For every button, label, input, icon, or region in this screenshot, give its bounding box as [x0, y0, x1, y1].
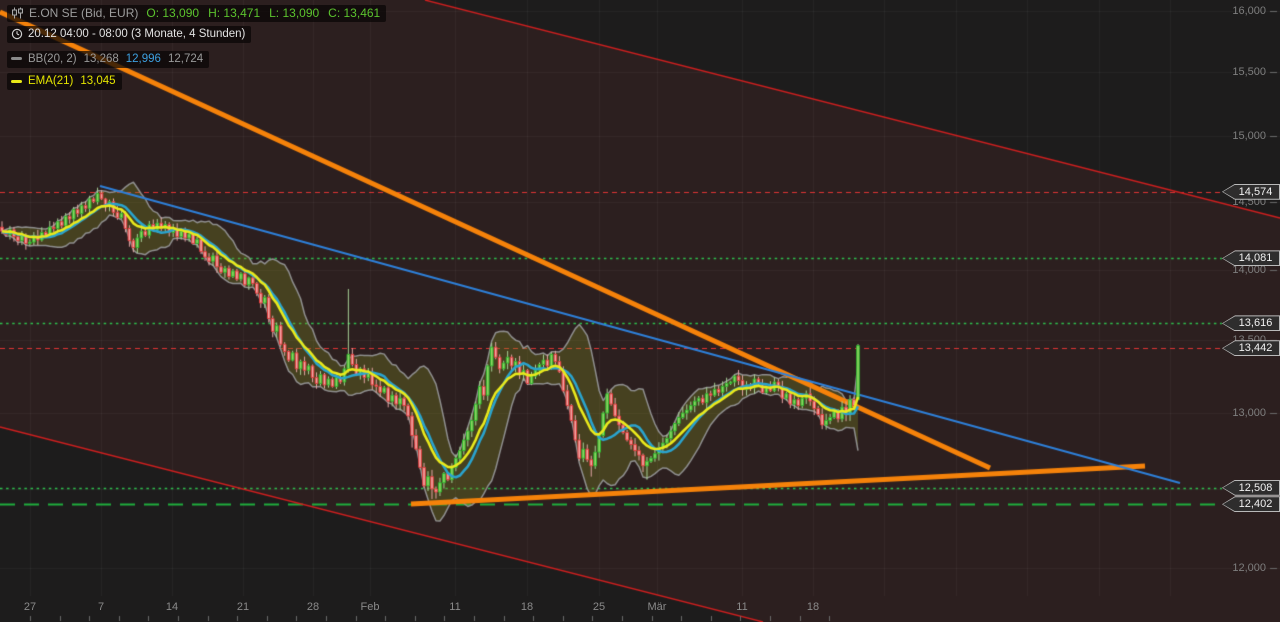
y-axis-label: 15,000	[1232, 129, 1266, 143]
x-axis-label: 11	[736, 601, 747, 613]
price-chart-canvas[interactable]	[0, 0, 1280, 622]
x-axis-label: 27	[24, 601, 36, 613]
ema-label: EMA(21)	[28, 74, 73, 88]
candlestick-chart-icon	[11, 7, 24, 19]
clock-icon	[11, 28, 23, 40]
bollinger-line-icon	[11, 57, 22, 60]
y-axis-label: 15,500	[1232, 65, 1266, 79]
price-level-tag: 14,081	[1222, 250, 1280, 266]
ohlc-open: O: 13,090	[146, 6, 199, 20]
x-axis-label: 25	[593, 601, 605, 613]
instrument-title: E.ON SE (Bid, EUR)	[29, 6, 138, 20]
price-level-tag: 12,508	[1222, 480, 1280, 496]
x-axis-label: 18	[521, 601, 533, 613]
bollinger-upper-value: 13,268	[84, 52, 119, 66]
ohlc-high: H: 13,471	[208, 6, 260, 20]
ohlc-close: C: 13,461	[328, 6, 380, 20]
x-axis-label: 28	[307, 601, 319, 613]
x-axis-label: Mär	[648, 601, 667, 613]
ema-line-icon	[11, 80, 22, 83]
price-level-tag: 13,442	[1222, 340, 1280, 356]
price-level-tag: 13,616	[1222, 315, 1280, 331]
bollinger-label: BB(20, 2)	[28, 52, 77, 66]
price-level-tag: 14,574	[1222, 184, 1280, 200]
x-axis-label: Feb	[361, 601, 380, 613]
y-axis-label: 12,000	[1232, 561, 1266, 575]
chart-legend: E.ON SE (Bid, EUR) O: 13,090 H: 13,471 L…	[7, 5, 386, 92]
price-level-tag: 12,402	[1222, 496, 1280, 512]
legend-bollinger-row: BB(20, 2) 13,268 12,996 12,724	[7, 47, 386, 68]
x-axis-label: 21	[237, 601, 249, 613]
bollinger-middle-value: 12,996	[126, 52, 161, 66]
ohlc-low: L: 13,090	[269, 6, 319, 20]
ema-value: 13,045	[80, 74, 115, 88]
y-axis-label: 13,000	[1232, 406, 1266, 420]
x-axis-label: 18	[807, 601, 819, 613]
x-axis-label: 7	[98, 601, 104, 613]
x-axis-label: 14	[166, 601, 178, 613]
legend-ema-row: EMA(21) 13,045	[7, 70, 386, 91]
x-axis-label: 11	[449, 601, 460, 613]
timeframe-label: 20.12 04:00 - 08:00 (3 Monate, 4 Stunden…	[28, 27, 245, 41]
legend-timeframe-row: 20.12 04:00 - 08:00 (3 Monate, 4 Stunden…	[7, 26, 386, 45]
y-axis-label: 16,000	[1232, 4, 1266, 18]
bollinger-lower-value: 12,724	[168, 52, 203, 66]
legend-instrument-row: E.ON SE (Bid, EUR) O: 13,090 H: 13,471 L…	[7, 5, 386, 24]
trading-chart-window: E.ON SE (Bid, EUR) O: 13,090 H: 13,471 L…	[0, 0, 1280, 622]
